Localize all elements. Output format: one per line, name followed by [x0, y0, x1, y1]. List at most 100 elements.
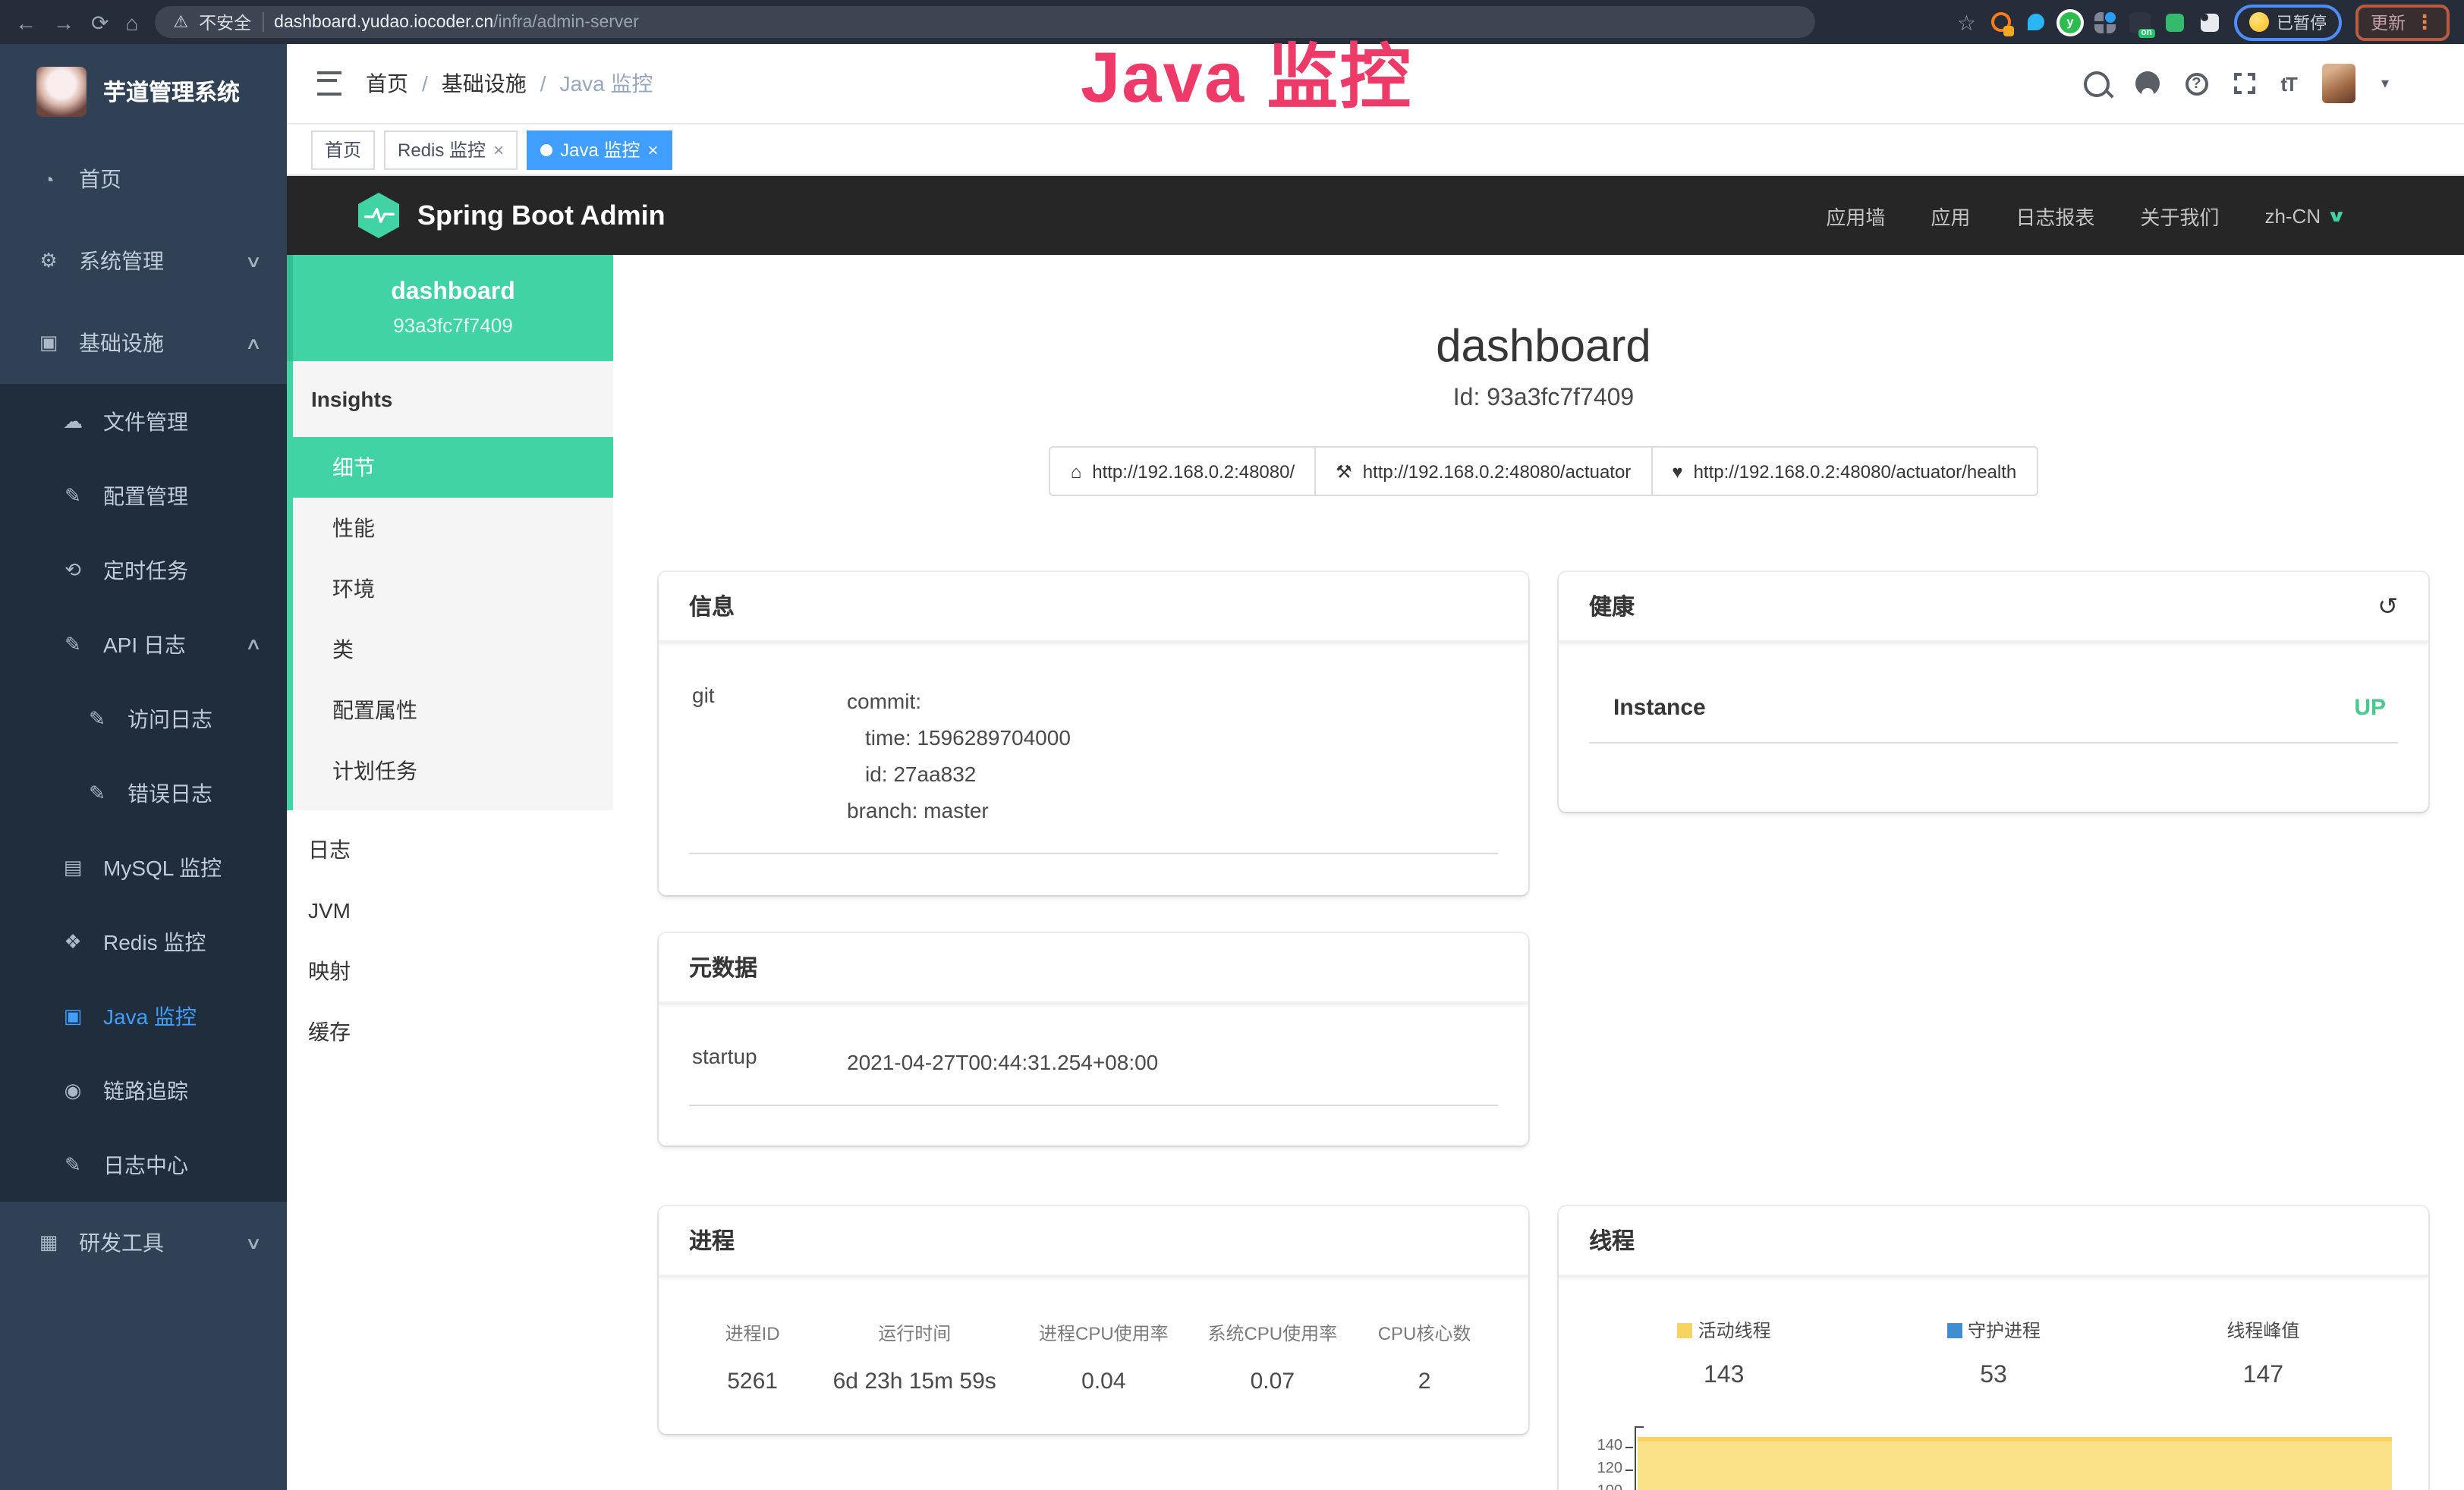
tab-redis-monitor[interactable]: Redis 监控 × [384, 130, 518, 169]
sba-item-logs[interactable]: 日志 [287, 819, 613, 880]
security-label[interactable]: 不安全 [199, 10, 251, 34]
search-icon[interactable] [2083, 71, 2109, 96]
metadata-card-title: 元数据 [689, 951, 757, 983]
chevron-down-icon: ∨ [2327, 206, 2347, 225]
font-size-icon[interactable]: tT [2280, 72, 2296, 95]
screen: ← → ⟳ ⌂ ⚠ 不安全 dashboard.yudao.iocoder.cn… [0, 0, 2464, 1490]
sidebar-item-home[interactable]: ◔ 首页 [0, 138, 287, 220]
sidebar-item-scheduled-jobs[interactable]: ⟲ 定时任务 [0, 533, 287, 607]
health-card-title: 健康 [1589, 590, 1635, 622]
url-bar[interactable]: ⚠ 不安全 dashboard.yudao.iocoder.cn/infra/a… [155, 6, 1815, 38]
tabs-bar: 首页 Redis 监控 × Java 监控 × [287, 124, 2464, 176]
sba-nav-journal[interactable]: 日志报表 [2016, 201, 2094, 230]
help-icon[interactable]: ? [2185, 72, 2208, 95]
history-icon[interactable]: ↺ [2377, 591, 2398, 621]
close-icon[interactable]: × [493, 140, 504, 159]
sba-nav-about[interactable]: 关于我们 [2140, 201, 2219, 230]
menu-toggle-icon[interactable] [317, 71, 341, 96]
extension-grid-icon[interactable] [2094, 11, 2116, 33]
sidebar-item-infra[interactable]: ▣ 基础设施 ∧ [0, 302, 287, 384]
sba-header: Spring Boot Admin 应用墙 应用 日志报表 关于我们 zh-CN… [287, 176, 2464, 255]
sidebar-item-access-logs[interactable]: ✎ 访问日志 [0, 681, 287, 756]
forward-icon[interactable]: → [53, 11, 74, 33]
wrench-icon: ⚒ [1336, 461, 1352, 482]
fullscreen-icon[interactable] [2233, 73, 2255, 94]
startup-label: startup [692, 1044, 847, 1068]
sba-sidebar: dashboard 93a3fc7f7409 Insights 细节 性能 环境… [287, 255, 613, 1490]
tab-java-monitor[interactable]: Java 监控 × [527, 130, 672, 169]
sba-item-environment[interactable]: 环境 [293, 558, 613, 619]
back-icon[interactable]: ← [15, 11, 36, 33]
sidebar-item-config-manage[interactable]: ✎ 配置管理 [0, 458, 287, 533]
sidebar-item-redis-monitor[interactable]: ❖ Redis 监控 [0, 904, 287, 979]
sba-item-scheduled-tasks[interactable]: 计划任务 [293, 740, 613, 801]
sba-item-details[interactable]: 细节 [287, 437, 613, 498]
avatar[interactable] [2322, 64, 2355, 103]
endpoint-actuator-button[interactable]: ⚒ http://192.168.0.2:48080/actuator [1314, 446, 1652, 496]
sidebar-item-system[interactable]: ⚙ 系统管理 ∨ [0, 220, 287, 302]
process-table: 进程ID5261 运行时间6d 23h 15m 59s 进程CPU使用率0.04… [689, 1308, 1498, 1394]
tab-home[interactable]: 首页 [311, 130, 375, 169]
threads-chart: 140 120 100 [1589, 1426, 2398, 1490]
sba-item-mappings[interactable]: 映射 [287, 941, 613, 1001]
endpoint-health-button[interactable]: ♥ http://192.168.0.2:48080/actuator/heal… [1651, 446, 2038, 496]
github-icon[interactable] [2135, 71, 2159, 96]
sba-item-classes[interactable]: 类 [293, 619, 613, 680]
sba-item-caches[interactable]: 缓存 [287, 1001, 613, 1062]
git-row: git commit: time: 1596289704000 id: 27aa… [689, 674, 1498, 854]
paused-badge[interactable]: 已暂停 [2234, 4, 2342, 40]
thread-swatch-0 [1677, 1322, 1692, 1338]
sidebar-item-devtools[interactable]: ▦ 研发工具 ∨ [0, 1202, 287, 1284]
sidebar-item-file-manage[interactable]: ☁ 文件管理 [0, 384, 287, 458]
bookmark-star-icon[interactable]: ☆ [1957, 11, 1976, 33]
app-logo-row[interactable]: 芋道管理系统 [0, 44, 287, 138]
sidebar-item-error-logs[interactable]: ✎ 错误日志 [0, 756, 287, 830]
endpoint-home-button[interactable]: ⌂ http://192.168.0.2:48080/ [1049, 446, 1316, 496]
reload-icon[interactable]: ⟳ [91, 11, 109, 33]
url-text[interactable]: dashboard.yudao.iocoder.cn/infra/admin-s… [274, 13, 639, 31]
sba-nav-wallboard[interactable]: 应用墙 [1826, 201, 1885, 230]
sidebar-item-trace[interactable]: ◉ 链路追踪 [0, 1053, 287, 1127]
update-button[interactable]: 更新 ⋮ [2355, 4, 2450, 40]
sba-item-jvm[interactable]: JVM [287, 880, 613, 941]
threads-card: 线程 活动线程 143 守护进程 53 [1559, 1206, 2428, 1490]
instance-label: Instance [1613, 695, 1706, 721]
extension-pin-icon[interactable] [2025, 11, 2046, 33]
chevron-down-icon: ∨ [245, 1233, 263, 1253]
extension-colorzilla-icon[interactable] [1990, 11, 2011, 33]
active-dot-icon [540, 143, 552, 156]
spring-boot-admin-logo [358, 193, 399, 238]
sba-item-config-props[interactable]: 配置属性 [293, 680, 613, 740]
extension-y-icon[interactable]: y [2060, 11, 2081, 33]
sba-nav-applications[interactable]: 应用 [1931, 201, 1970, 230]
extension-on-badge-icon[interactable] [2129, 11, 2151, 33]
breadcrumb: 首页 / 基础设施 / Java 监控 [366, 68, 653, 99]
close-icon[interactable]: × [647, 140, 658, 159]
sba-brand[interactable]: Spring Boot Admin [417, 200, 666, 231]
eye-icon: ◉ [61, 1078, 85, 1102]
sidebar-item-api-logs[interactable]: ✎ API 日志 ∧ [0, 607, 287, 681]
health-card: 健康 ↺ Instance UP [1559, 572, 2428, 812]
breadcrumb-infra[interactable]: 基础设施 [442, 68, 527, 99]
breadcrumb-home[interactable]: 首页 [366, 68, 408, 99]
status-badge: UP [2354, 695, 2386, 721]
process-card-title: 进程 [689, 1224, 735, 1256]
daemon-threads-value: 53 [1858, 1363, 2128, 1390]
sidebar-item-mysql-monitor[interactable]: ▤ MySQL 监控 [0, 830, 287, 904]
sba-item-metrics[interactable]: 性能 [293, 498, 613, 558]
annotation-overlay: Java 监控 [1081, 18, 1412, 123]
instance-health-row[interactable]: Instance UP [1589, 674, 2398, 743]
language-select[interactable]: zh-CN ∨ [2264, 204, 2343, 227]
home-icon[interactable]: ⌂ [125, 11, 138, 33]
app-sidebar: 芋道管理系统 ◔ 首页 ⚙ 系统管理 ∨ ▣ 基础设施 ∧ ☁ 文件管理 [0, 44, 287, 1490]
sidebar-item-log-center[interactable]: ✎ 日志中心 [0, 1127, 287, 1202]
toolbox-icon: ▦ [36, 1231, 61, 1255]
extension-leaf-icon[interactable] [2164, 11, 2186, 33]
sba-instance-header[interactable]: dashboard 93a3fc7f7409 [287, 255, 613, 361]
extension-puzzle-icon[interactable] [2199, 11, 2220, 33]
caret-down-icon[interactable]: ▾ [2381, 75, 2389, 92]
kebab-menu-icon[interactable]: ⋮ [2415, 10, 2434, 34]
instance-id-line: Id: 93a3fc7f7409 [659, 385, 2428, 413]
live-threads-value: 143 [1589, 1363, 1858, 1390]
sidebar-item-java-monitor[interactable]: ▣ Java 监控 [0, 979, 287, 1053]
